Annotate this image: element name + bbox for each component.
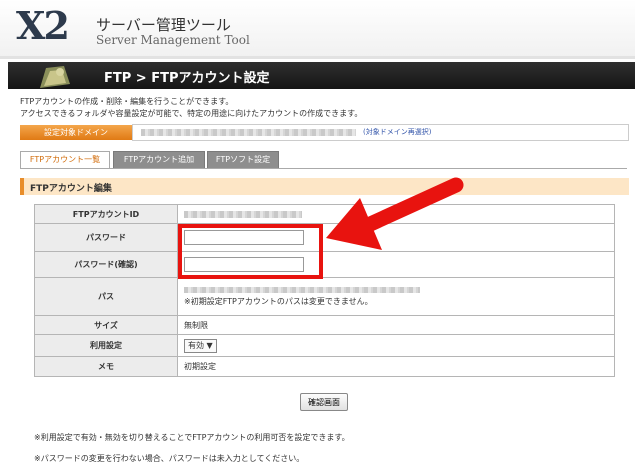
memo-label: メモ xyxy=(34,356,178,377)
account-id-value xyxy=(177,204,615,224)
section-header: FTPアカウント編集 xyxy=(20,178,629,195)
memo-value: 初期設定 xyxy=(177,356,615,377)
form-row-password: パスワード xyxy=(34,223,615,252)
target-domain-field: (対象ドメイン再選択) xyxy=(132,124,629,141)
form-row-password-confirm: パスワード(確認) xyxy=(34,251,615,278)
path-label: パス xyxy=(34,277,178,316)
size-label: サイズ xyxy=(34,315,178,335)
description-line-2: アクセスできるフォルダや容量設定が可能で、特定の用途に向けたアカウントの作成でき… xyxy=(20,109,363,118)
redacted-path xyxy=(184,286,420,293)
tab-ftp-account-list[interactable]: FTPアカウント一覧 xyxy=(20,151,110,169)
confirm-screen-button[interactable]: 確認画面 xyxy=(300,393,348,411)
form-row-account-id: FTPアカウントID xyxy=(34,204,615,224)
section-accent-bar xyxy=(20,178,24,195)
size-value: 無制限 xyxy=(177,315,615,335)
ftp-account-edit-form: FTPアカウントID パスワード パスワード(確認) パス ※初期設定FTPアカ… xyxy=(34,204,615,377)
tab-ftp-soft-settings[interactable]: FTPソフト設定 xyxy=(207,151,279,169)
header-divider xyxy=(0,56,635,59)
app-header: X2 サーバー管理ツール Server Management Tool xyxy=(0,0,635,56)
form-row-memo: メモ 初期設定 xyxy=(34,356,615,377)
x2-logo: X2 xyxy=(16,3,70,48)
note-password-change: ※パスワードの変更を行わない場合、パスワードは未入力としてください。 xyxy=(34,454,305,463)
redacted-domain xyxy=(141,129,356,136)
note-usage-setting: ※利用設定で有効・無効を切り替えることでFTPアカウントの利用可否を設定できます… xyxy=(34,433,350,442)
highlight-box xyxy=(178,224,323,279)
app-title-jp: サーバー管理ツール xyxy=(96,16,231,34)
account-id-label: FTPアカウントID xyxy=(34,204,178,224)
description-line-1: FTPアカウントの作成・削除・編集を行うことができます。 xyxy=(20,97,234,106)
path-note: ※初期設定FTPアカウントのパスは変更できません。 xyxy=(184,296,373,306)
chevron-down-icon: ▼ xyxy=(206,340,213,350)
usage-label: 利用設定 xyxy=(34,334,178,357)
form-row-size: サイズ 無制限 xyxy=(34,315,615,335)
password-label: パスワード xyxy=(34,223,178,252)
folder-key-icon xyxy=(40,66,70,88)
target-domain-button[interactable]: 設定対象ドメイン xyxy=(20,125,132,140)
section-title: FTPアカウント編集 xyxy=(30,184,112,194)
form-row-usage: 利用設定 有効 ▼ xyxy=(34,334,615,357)
app-title-en: Server Management Tool xyxy=(96,33,250,47)
page-title: FTP > FTPアカウント設定 xyxy=(104,71,270,86)
domain-reselect-link[interactable]: (対象ドメイン再選択) xyxy=(363,127,431,137)
usage-selected-value: 有効 xyxy=(188,340,204,350)
tab-underline xyxy=(20,168,627,169)
tab-ftp-account-add[interactable]: FTPアカウント追加 xyxy=(113,151,205,169)
password-confirm-label: パスワード(確認) xyxy=(34,251,178,278)
usage-select[interactable]: 有効 ▼ xyxy=(184,338,217,353)
page-titlebar: FTP > FTPアカウント設定 xyxy=(8,62,635,89)
form-row-path: パス ※初期設定FTPアカウントのパスは変更できません。 xyxy=(34,277,615,316)
redacted-account-id xyxy=(184,210,302,218)
